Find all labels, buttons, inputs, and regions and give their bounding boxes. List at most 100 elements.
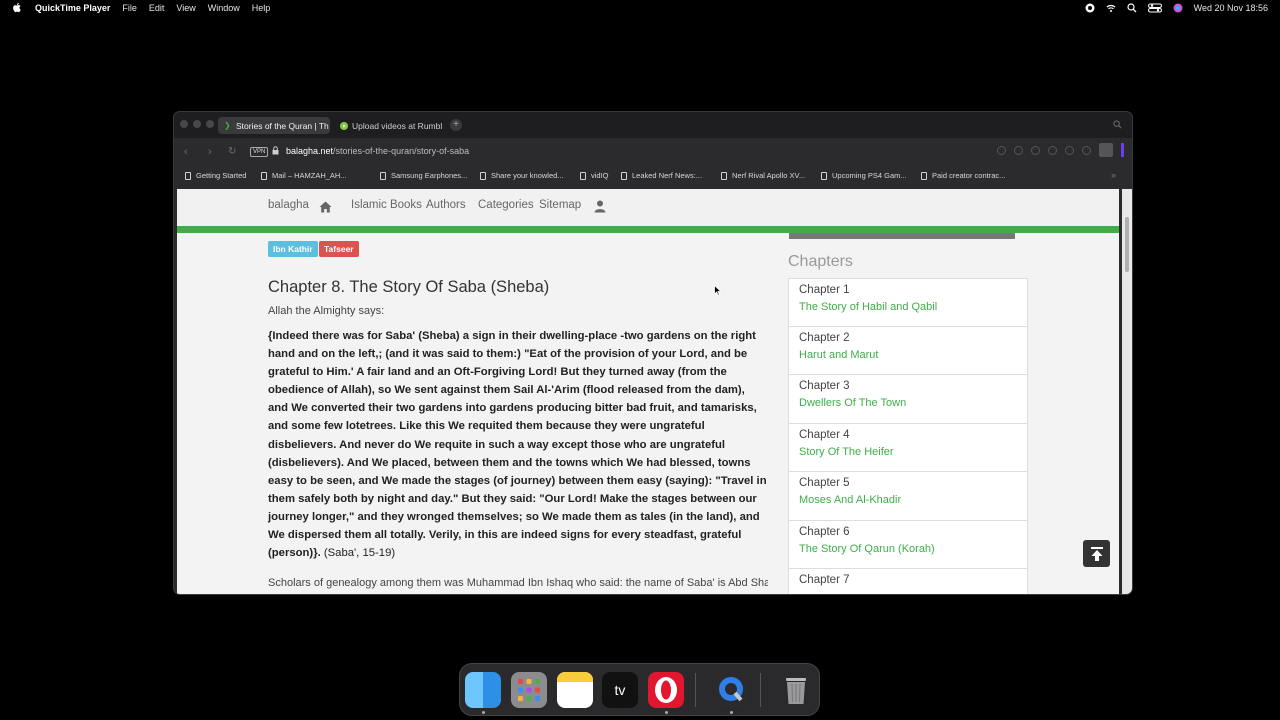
chapter-link[interactable]: Story Of The Heifer [799,446,1017,458]
menu-view[interactable]: View [176,3,195,13]
finder-icon[interactable] [465,672,501,708]
nav-islamic-books[interactable]: Islamic Books [351,199,422,211]
send-icon[interactable] [1048,145,1057,155]
apple-tv-icon[interactable]: tv [602,672,638,708]
nav-authors[interactable]: Authors [426,199,466,211]
minimize-window-button[interactable] [193,120,201,128]
menu-file[interactable]: File [122,3,137,13]
intro-text: Allah the Almighty says: [268,305,385,317]
vpn-badge[interactable]: VPN [250,147,269,157]
url-domain: balagha.net [286,146,334,156]
nav-sitemap[interactable]: Sitemap [539,199,581,211]
wifi-icon[interactable] [1106,3,1116,13]
tag-ibn-kathir[interactable]: Ibn Kathir [268,241,318,257]
shield-icon[interactable] [1031,145,1040,155]
lock-icon[interactable] [272,146,279,155]
menu-window[interactable]: Window [208,3,240,13]
siri-icon[interactable] [1173,3,1183,13]
extension-icon[interactable] [1099,143,1113,157]
camera-icon[interactable] [1014,145,1023,155]
nav-brand[interactable]: balagha [268,199,309,211]
bookmark-doc-icon [185,171,191,180]
heart-icon[interactable] [1065,145,1074,155]
tab-bar: ❯ Stories of the Quran | Th Upload video… [174,112,1132,138]
chapters-heading: Chapters [788,253,853,270]
chapter-item[interactable]: Chapter 6 The Story Of Qarun (Korah) [788,520,1028,569]
reload-icon[interactable]: ↻ [228,146,236,157]
chapter-number: Chapter 4 [799,428,850,441]
bookmark-doc-icon [621,171,627,180]
opera-icon[interactable] [648,672,684,708]
bookmark-item[interactable]: Samsung Earphones... [380,171,467,180]
bookmark-item[interactable]: Nerf Rival Apollo XV... [721,171,805,180]
nav-categories[interactable]: Categories [478,199,534,211]
bookmark-doc-icon [580,171,586,180]
record-status-icon[interactable] [1085,3,1095,13]
menu-lines-icon[interactable] [1082,145,1091,155]
back-arrow-icon[interactable]: ‹ [184,146,188,158]
bookmark-item[interactable]: Getting Started [185,171,246,180]
chapter-link[interactable]: Dwellers Of The Town [799,397,1017,409]
apple-menu-icon[interactable] [12,2,23,13]
chapter-item[interactable]: Chapter 5 Moses And Al-Khadir [788,472,1028,521]
chapter-item[interactable]: Chapter 4 Story Of The Heifer [788,423,1028,472]
chapter-number: Chapter 7 [799,574,850,586]
sidebar-toggle-icon[interactable] [1121,143,1124,157]
tab-rumble-upload[interactable]: Upload videos at Rumble [334,117,442,134]
tag-tafseer[interactable]: Tafseer [319,241,359,257]
verse-block: {Indeed there was for Saba' (Sheba) a si… [268,327,768,562]
clock[interactable]: Wed 20 Nov 18:56 [1194,3,1268,13]
bookmark-item[interactable]: Leaked Nerf News:... [621,171,702,180]
close-window-button[interactable] [180,120,188,128]
verse-text: {Indeed there was for Saba' (Sheba) a si… [268,330,767,560]
body-paragraph: Scholars of genealogy among them was Muh… [268,577,768,589]
dock: tv [459,663,820,716]
chapter-item[interactable]: Chapter 3 Dwellers Of The Town [788,375,1028,424]
scrollbar-thumb[interactable] [1125,217,1129,272]
web-page: balagha Islamic Books Authors Categories… [177,189,1119,594]
bookmark-item[interactable]: Mail – HAMZAH_AH... [261,171,347,180]
home-icon[interactable] [319,201,332,213]
bookmark-doc-icon [921,171,927,180]
chapter-link[interactable]: The Story of Habil and Qabil [799,301,1017,313]
chapter-item[interactable]: Chapter 7 [788,569,1028,594]
tab-stories-of-the-quran[interactable]: ❯ Stories of the Quran | Th [218,117,330,134]
tab-search-icon[interactable] [1113,120,1122,129]
address-bar: ‹ › ↻ VPN balagha.net/stories-of-the-qur… [174,138,1132,165]
page-scrollbar[interactable] [1122,189,1132,594]
forward-arrow-icon[interactable]: › [208,146,212,158]
bookmark-doc-icon [721,171,727,180]
bookmark-item[interactable]: Paid creator contrac... [921,171,1005,180]
snapshot-icon[interactable] [997,145,1006,155]
control-center-icon[interactable] [1147,3,1162,13]
menu-bar: QuickTime Player File Edit View Window H… [0,0,1280,15]
rumble-play-icon [340,121,348,130]
bookmark-item[interactable]: vidIQ [580,171,609,180]
bookmark-doc-icon [380,171,386,180]
bookmarks-overflow-icon[interactable]: » [1111,170,1116,180]
bookmark-doc-icon [480,171,486,180]
menu-help[interactable]: Help [252,3,271,13]
app-name-menu[interactable]: QuickTime Player [35,3,110,13]
chapter-link[interactable]: Moses And Al-Khadir [799,494,1017,506]
running-indicator [665,711,668,714]
url-field[interactable]: balagha.net/stories-of-the-quran/story-o… [286,146,469,156]
chapter-link[interactable]: Harut and Marut [799,349,1017,361]
user-icon[interactable] [594,200,606,213]
spotlight-search-icon[interactable] [1127,2,1137,13]
chapter-item[interactable]: Chapter 1 The Story of Habil and Qabil [788,278,1028,327]
quicktime-icon[interactable] [713,672,749,708]
bookmark-item[interactable]: Share your knowled... [480,171,564,180]
trash-icon[interactable] [778,672,814,708]
notes-icon[interactable] [557,672,593,708]
chapter-item[interactable]: Chapter 2 Harut and Marut [788,326,1028,375]
menu-edit[interactable]: Edit [149,3,165,13]
new-tab-button[interactable]: + [450,119,462,131]
maximize-window-button[interactable] [206,120,214,128]
running-indicator [482,711,485,714]
bookmark-item[interactable]: Upcoming PS4 Gam... [821,171,907,180]
back-to-top-button[interactable] [1083,540,1110,567]
site-nav: balagha Islamic Books Authors Categories… [177,189,1119,233]
chapter-link[interactable]: The Story Of Qarun (Korah) [799,543,1017,555]
launchpad-icon[interactable] [511,672,547,708]
